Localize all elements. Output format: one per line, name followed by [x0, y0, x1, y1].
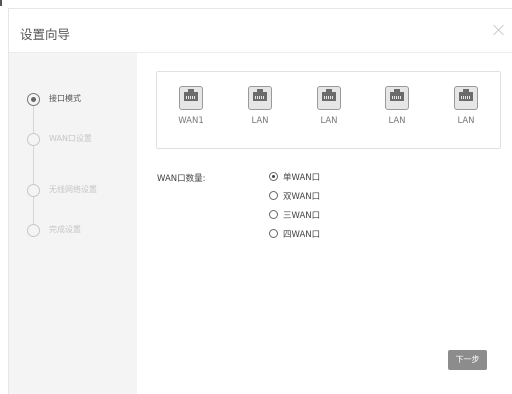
step-label: 完成设置 — [49, 225, 81, 234]
step-connector-line — [33, 196, 34, 224]
step-indicator-icon — [27, 184, 40, 197]
radio-unchecked-icon — [269, 210, 278, 219]
ethernet-port-icon — [454, 86, 478, 110]
radio-unchecked-icon — [269, 229, 278, 238]
radio-label: 双WAN口 — [283, 192, 321, 202]
step-indicator-icon — [27, 93, 40, 106]
ethernet-port-icon — [385, 86, 409, 110]
port-label: WAN1 — [178, 116, 204, 126]
step-label: 接口模式 — [49, 94, 81, 103]
setup-wizard-dialog: 设置向导 接口模式 WAN口设置 无线网络设置 完成设置 WAN1 LAN LA… — [8, 8, 512, 394]
step-indicator-icon — [27, 133, 40, 146]
port-label: LAN — [457, 116, 475, 126]
port-label: LAN — [320, 116, 338, 126]
step-connector-line — [33, 105, 34, 133]
next-button[interactable]: 下一步 — [448, 350, 487, 370]
ethernet-port-icon — [248, 86, 272, 110]
radio-checked-icon — [269, 172, 278, 181]
radio-unchecked-icon — [269, 191, 278, 200]
port-lan-4: LAN — [442, 86, 490, 126]
dialog-title: 设置向导 — [20, 27, 71, 42]
wizard-steps-sidebar: 接口模式 WAN口设置 无线网络设置 完成设置 — [9, 53, 137, 394]
ethernet-port-icon — [179, 86, 203, 110]
radio-label: 四WAN口 — [283, 230, 321, 240]
step-connector-line — [33, 145, 34, 184]
step-label: WAN口设置 — [49, 134, 92, 143]
port-lan-3: LAN — [373, 86, 421, 126]
ethernet-port-icon — [317, 86, 341, 110]
step-indicator-icon — [27, 224, 40, 237]
radio-label: 单WAN口 — [283, 173, 321, 183]
close-icon[interactable] — [491, 22, 507, 38]
radio-label: 三WAN口 — [283, 211, 321, 221]
port-lan-2: LAN — [305, 86, 353, 126]
step-label: 无线网络设置 — [49, 185, 97, 194]
wan-count-label: WAN口数量: — [157, 174, 206, 184]
port-wan1: WAN1 — [167, 86, 215, 126]
window-corner-mark — [0, 0, 2, 6]
port-label: LAN — [388, 116, 406, 126]
port-lan-1: LAN — [236, 86, 284, 126]
dialog-header: 设置向导 — [9, 9, 512, 53]
port-label: LAN — [251, 116, 269, 126]
port-diagram: WAN1 LAN LAN LAN LAN — [156, 71, 501, 149]
